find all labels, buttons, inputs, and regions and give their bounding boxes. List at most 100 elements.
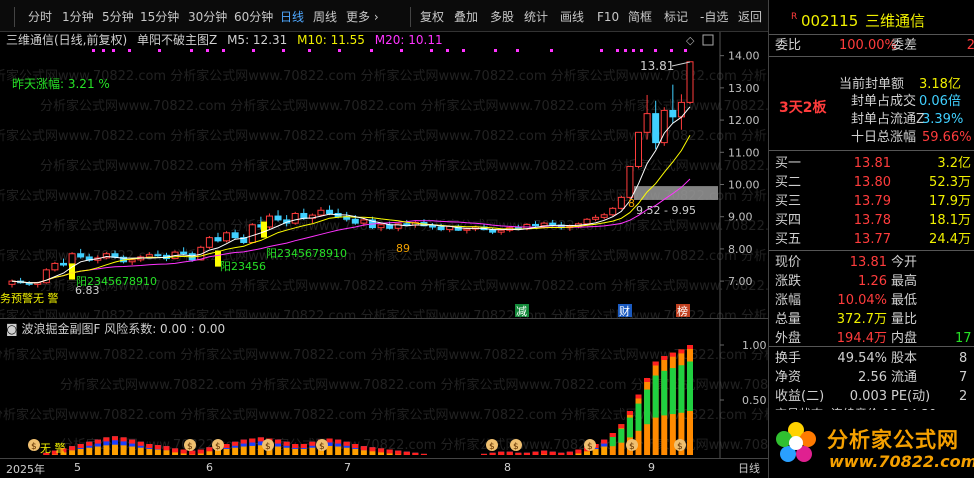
yang-annotation-1: 阳2345678910 — [76, 275, 157, 288]
bid-row[interactable]: 买三 13.79 17.9万 — [769, 192, 974, 211]
wave-bar-top — [378, 448, 385, 453]
stat2-value-2: 2 — [959, 389, 968, 404]
date-tick: 8 — [504, 461, 511, 474]
toolbar-btn-10[interactable]: 叠加 — [454, 9, 478, 25]
wave-bar-top — [77, 444, 84, 448]
wave-bar-top — [172, 448, 179, 453]
seal-float-row: 封单占流通Z 3.39% — [769, 110, 974, 129]
bid-row[interactable]: 买二 13.80 52.3万 — [769, 173, 974, 192]
date-tick: 5 — [74, 461, 81, 474]
toolbar-btn-0[interactable]: 分时 — [28, 9, 52, 25]
toolbar-btn-4[interactable]: 30分钟 — [188, 9, 227, 25]
toolbar-btn-17[interactable]: -自选 — [700, 9, 728, 25]
wei-cha-value: 2 — [966, 38, 974, 53]
divider — [769, 34, 974, 35]
toolbar-btn-16[interactable]: 标记 — [664, 9, 688, 25]
wave-bar-top — [575, 449, 582, 454]
toolbar-btn-14[interactable]: F10 — [597, 9, 619, 25]
toolbar-separator — [14, 7, 15, 27]
signal-dot — [370, 49, 373, 52]
wave-bar-top — [395, 450, 402, 455]
toolbar-btn-12[interactable]: 统计 — [524, 9, 548, 25]
wave-bar-top — [412, 452, 419, 455]
signal-dot — [616, 49, 619, 52]
stock-header: R 002115 三维通信 — [769, 10, 974, 32]
watermark-text: 分析家公式网www.70822.com 分析家公式网www.70822.com … — [0, 347, 768, 363]
signal-dot — [516, 49, 519, 52]
candle-body — [59, 262, 67, 266]
date-axis: 日线 2025年 5 6 7 8 9 — [0, 458, 768, 478]
stat2-row: 换手 49.54% 股本 8 — [769, 349, 974, 368]
signal-dot — [158, 49, 161, 52]
stat-label-2: 最低 — [891, 293, 918, 308]
candle-body — [265, 215, 273, 228]
signal-candle — [261, 221, 267, 238]
divider — [769, 250, 974, 251]
toolbar-btn-5[interactable]: 60分钟 — [234, 9, 273, 25]
wave-bar-top — [223, 444, 230, 448]
signal-dot — [446, 49, 449, 52]
bid-row[interactable]: 买五 13.77 24.4万 — [769, 230, 974, 249]
main-candlestick-chart[interactable]: 三维通信(日线,前复权) 单阳不破主图Z M5: 12.31 M10: 11.5… — [0, 32, 768, 318]
bid-volume: 52.3万 — [929, 175, 971, 190]
wave-bar-top — [369, 447, 376, 452]
yesterday-rise-label: 昨天涨幅: 3.21 % — [12, 76, 110, 91]
wei-cha-label: 委差 — [891, 38, 918, 53]
sub-indicator-name[interactable]: 波浪掘金副图F — [21, 322, 100, 336]
wave-bar-top — [644, 378, 651, 382]
wave-bar-top — [232, 441, 239, 446]
label-89: 89 — [396, 242, 410, 255]
wave-bar-top — [558, 452, 565, 455]
wave-bar-mid — [661, 370, 668, 416]
bid-label: 买四 — [775, 213, 802, 228]
price-plot[interactable]: 14.0013.0012.0011.0010.009.008.007.00分析家… — [0, 32, 768, 318]
wave-bar-top — [618, 424, 625, 429]
wave-bar-top — [489, 452, 496, 455]
bid-volume: 18.1万 — [929, 213, 971, 228]
wave-bar-top — [249, 438, 256, 443]
candle-body — [403, 223, 411, 226]
toolbar-btn-8[interactable]: 更多 › — [346, 9, 379, 25]
wave-bar-top — [352, 444, 359, 448]
wave-bar-top — [283, 441, 290, 446]
sub-indicator-plot[interactable]: 1.000.50分析家公式网www.70822.com 分析家公式网www.70… — [0, 319, 768, 459]
candle-body — [463, 228, 471, 231]
candle-body — [617, 196, 625, 209]
quote-panel: R 002115 三维通信 委比 100.00% 委差 2 3天2板 当前封单额… — [768, 0, 974, 478]
toolbar-btn-18[interactable]: 返回 — [738, 9, 762, 25]
collapse-icon[interactable]: ◙ — [6, 322, 21, 336]
toolbar-btn-2[interactable]: 5分钟 — [102, 9, 134, 25]
candle-body — [626, 165, 634, 198]
wave-bar-top — [420, 453, 427, 455]
wave-bar-top — [180, 449, 187, 454]
stat2-row: 净资 2.56 流通 7 — [769, 368, 974, 387]
signal-dot — [282, 49, 285, 52]
stat-label: 现价 — [775, 255, 802, 270]
toolbar-btn-9[interactable]: 复权 — [420, 9, 444, 25]
wave-bar-top — [335, 439, 342, 444]
toolbar-btn-7[interactable]: 周线 — [313, 9, 337, 25]
stat-value: 10.04% — [837, 293, 887, 308]
period-button[interactable]: 日线 — [738, 460, 760, 476]
wave-bar-top — [652, 361, 659, 366]
bid-row[interactable]: 买四 13.78 18.1万 — [769, 211, 974, 230]
signal-dot — [338, 49, 341, 52]
toolbar-btn-1[interactable]: 1分钟 — [62, 9, 94, 25]
warn-label: 务预警无 警 — [0, 291, 59, 305]
toolbar-btn-15[interactable]: 简框 — [628, 9, 652, 25]
stat-label: 总量 — [775, 312, 802, 327]
bid-price: 13.78 — [853, 213, 891, 228]
toolbar-btn-3[interactable]: 15分钟 — [140, 9, 179, 25]
bid-row[interactable]: 买一 13.81 3.2亿 — [769, 154, 974, 173]
wave-bar-top — [669, 352, 676, 357]
wave-bar-top — [137, 441, 144, 446]
divider — [769, 346, 974, 347]
wave-bar-top — [549, 451, 556, 455]
sub-indicator-chart[interactable]: 1.00 0.50 分析家公式网www.70822.com 分析家公式网www.70… — [0, 318, 768, 459]
wave-bar-top — [343, 441, 350, 446]
toolbar-btn-13[interactable]: 画线 — [560, 9, 584, 25]
toolbar-btn-11[interactable]: 多股 — [490, 9, 514, 25]
wave-bar-top — [129, 439, 136, 444]
wave-bar-top — [257, 437, 264, 442]
toolbar-btn-6[interactable]: 日线 — [280, 9, 304, 25]
